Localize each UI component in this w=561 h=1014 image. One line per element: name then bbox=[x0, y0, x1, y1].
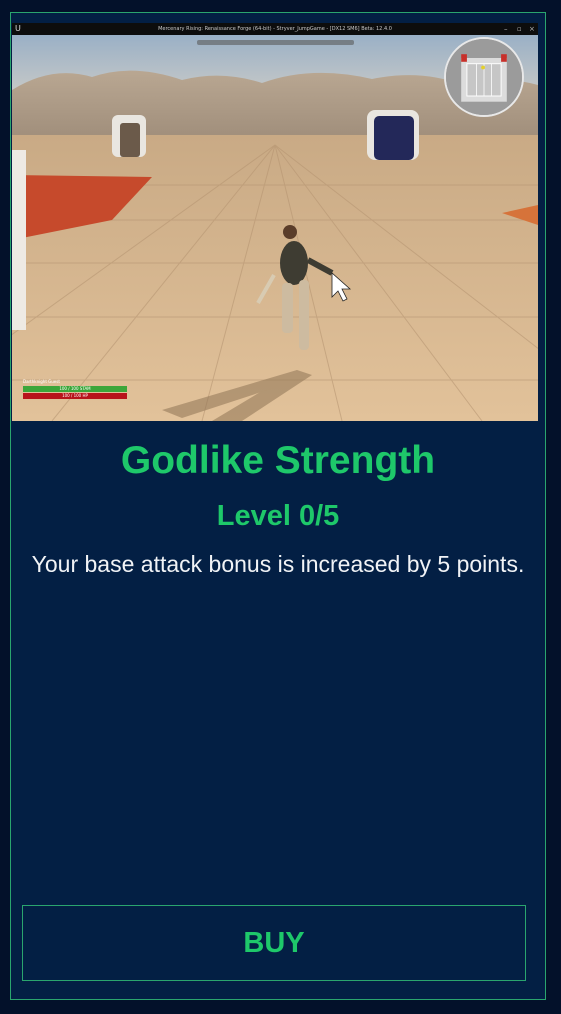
player-hud: Darthknight Guest 100 / 100 STAM 100 / 1… bbox=[23, 379, 127, 399]
maximize-icon[interactable]: ▫ bbox=[517, 23, 522, 35]
portal-left bbox=[112, 115, 146, 157]
stamina-bar: 100 / 100 STAM bbox=[23, 386, 127, 392]
game-preview-window: U Mercenary Rising: Renaissance Forge (6… bbox=[12, 23, 538, 421]
skill-panel: U Mercenary Rising: Renaissance Forge (6… bbox=[10, 12, 546, 1000]
portal-right bbox=[367, 110, 419, 160]
compass-bar bbox=[197, 40, 354, 45]
player-name: Darthknight Guest bbox=[23, 379, 60, 384]
minimize-icon[interactable]: – bbox=[504, 23, 508, 35]
skill-level: Level 0/5 bbox=[216, 500, 340, 532]
minimap bbox=[444, 37, 524, 117]
buy-button[interactable]: BUY bbox=[22, 905, 526, 981]
close-icon[interactable]: × bbox=[529, 23, 535, 35]
skill-description: Your base attack bonus is increased by 5… bbox=[31, 551, 525, 577]
game-titlebar: U Mercenary Rising: Renaissance Forge (6… bbox=[12, 23, 538, 35]
health-bar: 100 / 100 HP bbox=[23, 393, 127, 399]
skill-title: Godlike Strength bbox=[120, 439, 436, 482]
white-pillar bbox=[12, 150, 26, 330]
game-window-title: Mercenary Rising: Renaissance Forge (64-… bbox=[158, 26, 392, 32]
